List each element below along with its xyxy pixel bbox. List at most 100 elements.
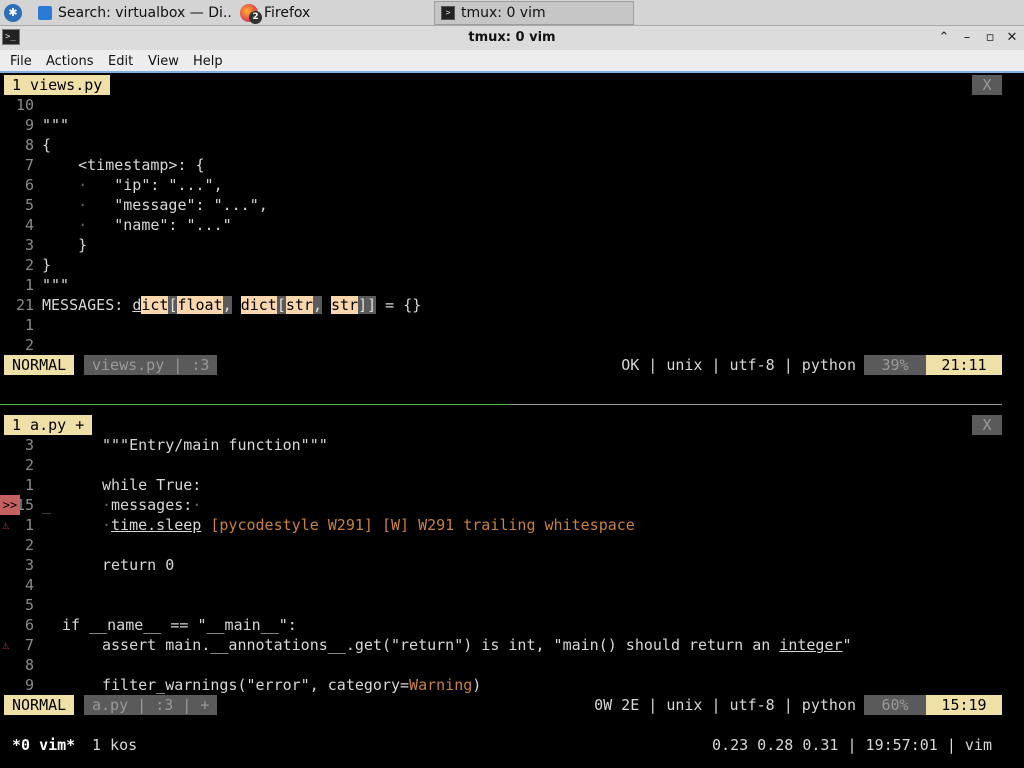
- mode-indicator: NORMAL: [4, 695, 75, 715]
- code-text: · "message": "...",: [42, 195, 268, 215]
- window-count-badge: 2: [249, 11, 262, 24]
- code-segment: if __name__ == "__main__":: [62, 616, 297, 634]
- code-text: {: [42, 135, 51, 155]
- code-segment: filter_warnings("error", category=: [102, 676, 410, 694]
- line-number: 5: [24, 596, 34, 614]
- type-token: ,: [222, 296, 232, 314]
- taskbar-item-label: tmux: 0 vim: [461, 5, 546, 21]
- menu-actions[interactable]: Actions: [46, 54, 94, 69]
- code-line: 8{: [0, 135, 1024, 155]
- menu-view[interactable]: View: [148, 54, 179, 69]
- menu-help[interactable]: Help: [193, 54, 223, 69]
- close-button[interactable]: ✕: [1003, 29, 1021, 47]
- indent-guide: ·: [42, 196, 88, 214]
- code-line: 6 if __name__ == "__main__":: [0, 615, 1024, 635]
- start-menu-icon[interactable]: ✱: [4, 4, 22, 22]
- tab-close-button[interactable]: X: [972, 415, 1002, 435]
- code-line: 21 MESSAGES: dict[float, dict[str, str]] …: [0, 295, 1024, 315]
- code-segment: }: [42, 236, 88, 254]
- status-file-info: OK | unix | utf-8 | python: [621, 356, 856, 374]
- line-number: 8: [24, 656, 34, 674]
- warning-sign-icon: ⚠: [2, 638, 10, 652]
- line-number: 4: [24, 576, 34, 594]
- indent-guide: ·: [102, 496, 112, 514]
- mode-indicator: NORMAL: [4, 355, 75, 375]
- code-segment: time.sleep: [111, 516, 202, 534]
- line-number: 10: [15, 96, 34, 114]
- tab-views-py[interactable]: 1 views.py: [4, 75, 111, 95]
- code-text: MESSAGES: dict[float, dict[str, str]] = …: [42, 295, 421, 315]
- code-text: · "ip": "...",: [42, 175, 223, 195]
- folder-icon: [38, 6, 52, 20]
- terminal-area[interactable]: 1 views.py X 10 9 """ 8{7 <timestamp>: {6 ·…: [0, 75, 1024, 768]
- code-segment: ): [472, 676, 482, 694]
- top-pane-tabline: 1 views.py X: [0, 75, 1024, 95]
- code-line: 15 >> _ ·messages:·: [0, 495, 1024, 515]
- menu-edit[interactable]: Edit: [108, 54, 133, 69]
- code-segment: assert main.__annotations__.get("return"…: [102, 636, 780, 654]
- status-file-info: 0W 2E | unix | utf-8 | python: [594, 696, 856, 714]
- error-sign-icon: >>: [0, 495, 20, 515]
- keep-above-icon[interactable]: ⌃: [935, 29, 953, 47]
- code-segment: """Entry/main function""": [102, 436, 328, 454]
- tab-close-button[interactable]: X: [972, 75, 1002, 95]
- code-text: """Entry/main function""": [102, 435, 328, 455]
- minimize-button[interactable]: –: [958, 29, 976, 47]
- line-number: 2: [24, 456, 34, 474]
- lint-message: [pycodestyle W291] [W] W291 trailing whi…: [201, 516, 635, 534]
- line-number: 7: [24, 156, 34, 174]
- type-token: [232, 296, 241, 314]
- code-line: 2: [0, 335, 1024, 355]
- tmux-window[interactable]: 1 kos: [92, 735, 137, 755]
- code-line: 3 }: [0, 235, 1024, 255]
- fold-marker: _: [42, 496, 52, 514]
- line-number: 2: [24, 336, 34, 354]
- maximize-button[interactable]: ▫: [981, 29, 999, 47]
- taskbar-item-dolphin[interactable]: Search: virtualbox — Di...: [32, 1, 232, 25]
- tab-a-py[interactable]: 1 a.py +: [4, 415, 93, 435]
- code-segment: return 0: [102, 556, 175, 574]
- code-line: 2: [0, 535, 1024, 555]
- code-segment: <timestamp>: {: [42, 156, 205, 174]
- code-line: 1 ⚠ ·time.sleep [pycodestyle W291] [W] W29…: [0, 515, 1024, 535]
- code-line: 3 return 0: [0, 555, 1024, 575]
- type-token: [: [276, 296, 286, 314]
- type-token: float: [177, 296, 223, 314]
- code-text: if __name__ == "__main__":: [62, 615, 297, 635]
- taskbar-item-label: Firefox: [264, 5, 311, 21]
- menu-file[interactable]: File: [10, 54, 32, 69]
- indent-guide: ·: [102, 516, 112, 534]
- code-segment: "ip": "...",: [87, 176, 223, 194]
- status-percent: 60%: [864, 695, 926, 715]
- code-text: ·time.sleep [pycodestyle W291] [W] W291 …: [102, 515, 635, 535]
- tmux-window-active[interactable]: *0 vim*: [12, 735, 75, 755]
- type-token: ,: [312, 296, 322, 314]
- code-segment: "name": "...": [87, 216, 232, 234]
- code-line: 10: [0, 95, 1024, 115]
- code-line: 1 """: [0, 275, 1024, 295]
- menubar: File Actions Edit View Help: [0, 50, 1024, 73]
- line-number: 2: [24, 536, 34, 554]
- code-text: while True:: [102, 475, 201, 495]
- code-line: 5: [0, 595, 1024, 615]
- pane-divider-active[interactable]: [0, 404, 510, 405]
- line-number: 3: [24, 436, 34, 454]
- code-line: 9 filter_warnings("error", category=Warni…: [0, 675, 1024, 695]
- code-text: _ ·messages:·: [42, 495, 202, 515]
- pane-divider[interactable]: [510, 404, 1002, 405]
- code-line: 8: [0, 655, 1024, 675]
- taskbar-item-terminal[interactable]: > tmux: 0 vim: [434, 1, 634, 25]
- firefox-icon: 2: [240, 4, 262, 24]
- lint-message: Warning: [409, 676, 473, 694]
- code-line: 3 """Entry/main function""": [0, 435, 1024, 455]
- trailing-whitespace: ·: [192, 496, 202, 514]
- status-percent: 39%: [864, 355, 926, 375]
- code-line: 5 · "message": "...",: [0, 195, 1024, 215]
- code-line: 4: [0, 575, 1024, 595]
- line-number: 9: [24, 116, 34, 134]
- taskbar: ✱ Search: virtualbox — Di... 2 Firefox >…: [0, 0, 1024, 26]
- taskbar-item-firefox[interactable]: 2 Firefox: [234, 1, 430, 25]
- code-text: assert main.__annotations__.get("return"…: [102, 635, 852, 655]
- code-text: """: [42, 115, 69, 135]
- code-line: 7 <timestamp>: {: [0, 155, 1024, 175]
